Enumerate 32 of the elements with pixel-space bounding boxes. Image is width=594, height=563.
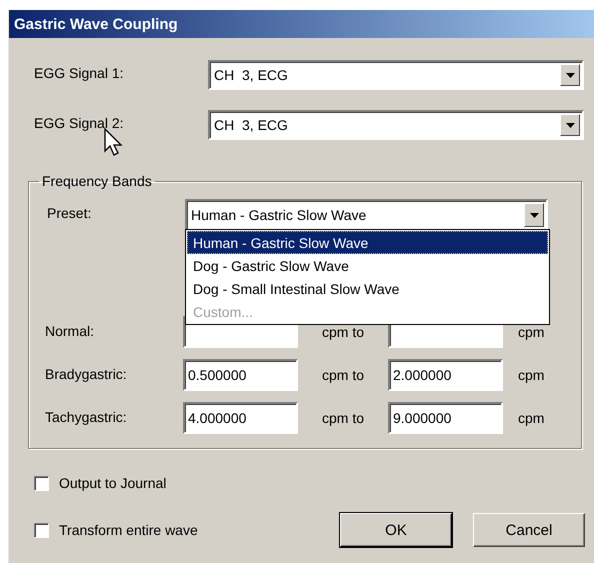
field-label: EGG Signal 2: bbox=[34, 115, 124, 131]
signal-dropdown[interactable]: CH 3, ECG bbox=[208, 60, 584, 90]
low-frequency-field[interactable]: 0.500000 bbox=[183, 359, 298, 391]
unit-label: cpm bbox=[518, 324, 544, 340]
high-frequency-field[interactable]: 9.000000 bbox=[388, 402, 503, 434]
field-label: Preset: bbox=[47, 205, 92, 221]
dropdown-option[interactable]: Dog - Gastric Slow Wave bbox=[187, 254, 548, 277]
low-frequency-field[interactable]: 4.000000 bbox=[183, 402, 298, 434]
group-title: Frequency Bands bbox=[41, 173, 153, 189]
field-label: EGG Signal 1: bbox=[34, 65, 124, 81]
signal-dropdown[interactable]: CH 3, ECG bbox=[208, 110, 584, 140]
dialog-button[interactable]: Cancel bbox=[473, 513, 585, 547]
band-label: Bradygastric: bbox=[45, 366, 127, 382]
dialog-button[interactable]: OK bbox=[340, 513, 452, 547]
dropdown-arrow-icon bbox=[566, 72, 574, 78]
range-separator: cpm to bbox=[320, 367, 365, 383]
dropdown-arrow-icon bbox=[530, 212, 538, 218]
checkbox[interactable] bbox=[34, 522, 49, 538]
checkbox[interactable] bbox=[34, 476, 49, 490]
dropdown-option[interactable]: Human - Gastric Slow Wave bbox=[187, 231, 548, 254]
unit-label: cpm bbox=[518, 410, 544, 426]
range-separator: cpm to bbox=[320, 324, 365, 340]
dropdown-option[interactable]: Dog - Small Intestinal Slow Wave bbox=[187, 277, 548, 300]
band-label: Tachygastric: bbox=[45, 409, 127, 425]
window-title: Gastric Wave Coupling bbox=[14, 16, 178, 32]
high-frequency-field[interactable]: 2.000000 bbox=[388, 359, 503, 391]
checkbox-label: Output to Journal bbox=[59, 475, 166, 491]
band-label: Normal: bbox=[45, 323, 94, 339]
range-separator: cpm to bbox=[320, 410, 365, 426]
dropdown-arrow-icon bbox=[566, 122, 574, 128]
unit-label: cpm bbox=[518, 367, 544, 383]
checkbox-label: Transform entire wave bbox=[59, 522, 198, 538]
